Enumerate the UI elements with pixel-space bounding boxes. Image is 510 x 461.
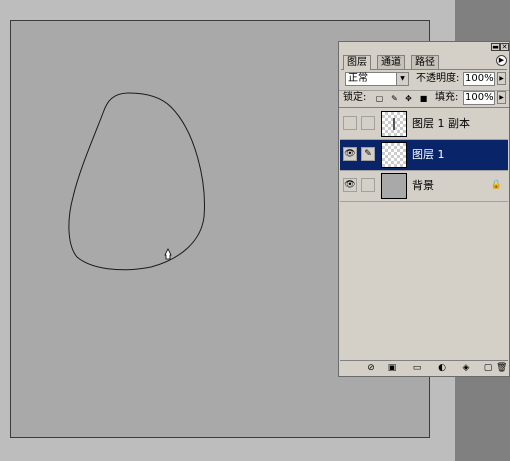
lock-fill-row: 锁定: ▢ ✎ ✥ ■ 填充: 100% ▶: [339, 90, 509, 108]
panel-bottom-toolbar: ⊘ ▣ ▭ ◐ ◈ ▢ 🗑: [340, 360, 508, 375]
tab-layers[interactable]: 图层: [343, 55, 371, 70]
fill-field[interactable]: 100%: [463, 91, 495, 105]
blend-mode-select[interactable]: 正常 ▼: [345, 72, 409, 86]
lock-label: 锁定:: [343, 92, 367, 103]
layer-name: 图层 1 副本: [412, 117, 470, 130]
layer-thumbnail: [381, 142, 407, 168]
eye-icon[interactable]: 👁: [343, 147, 357, 161]
freehand-path: [68, 92, 205, 271]
panel-menu-icon[interactable]: ▶: [496, 55, 507, 66]
brush-icon[interactable]: ✎: [361, 147, 375, 161]
trash-icon[interactable]: 🗑: [496, 363, 507, 373]
layer-row[interactable]: 图层 1 副本: [340, 109, 508, 140]
lock-transparency-icon[interactable]: ▢: [375, 94, 384, 103]
layer-name: 背景: [412, 179, 434, 192]
new-layer-icon[interactable]: ▢: [483, 363, 493, 373]
link-toggle[interactable]: [361, 178, 375, 192]
lock-pixels-brush-icon[interactable]: ✎: [390, 94, 399, 103]
layers-list: 图层 1 副本 👁 ✎ 图层 1 👁 背景 🔒: [340, 109, 508, 363]
layer-row[interactable]: 👁 背景 🔒: [340, 171, 508, 202]
opacity-label: 不透明度:: [416, 73, 460, 84]
link-layers-icon[interactable]: ⊘: [366, 363, 376, 373]
layer-row-selected[interactable]: 👁 ✎ 图层 1: [340, 140, 508, 171]
blend-opacity-row: 正常 ▼ 不透明度: 100% ▶: [339, 71, 509, 89]
fill-label: 填充:: [435, 92, 459, 103]
lock-icon: 🔒: [490, 180, 502, 190]
layer-thumbnail: [381, 111, 407, 137]
layers-panel: ▬ ✕ 图层 通道 路径 ▶ 正常 ▼ 不透明度: 100% ▶ 锁定: ▢ ✎…: [338, 41, 510, 377]
panel-titlebar[interactable]: ▬ ✕: [339, 42, 509, 53]
blend-mode-value: 正常: [348, 73, 368, 84]
new-group-icon[interactable]: ◐: [437, 363, 447, 373]
lock-position-move-icon[interactable]: ✥: [404, 94, 413, 103]
eye-icon[interactable]: 👁: [343, 178, 357, 192]
layer-mask-icon[interactable]: ▭: [412, 363, 422, 373]
close-icon[interactable]: ✕: [500, 43, 509, 51]
minimize-icon[interactable]: ▬: [491, 43, 500, 51]
adjustment-layer-icon[interactable]: ◈: [461, 363, 471, 373]
tab-channels[interactable]: 通道: [377, 55, 405, 69]
layer-thumbnail: [381, 173, 407, 199]
panel-tabs: 图层 通道 路径: [341, 54, 507, 70]
link-toggle[interactable]: [361, 116, 375, 130]
chevron-down-icon: ▼: [396, 73, 408, 85]
cursor-icon: [164, 248, 172, 260]
visibility-toggle[interactable]: [343, 116, 357, 130]
layer-style-icon[interactable]: ▣: [387, 363, 397, 373]
opacity-slider-arrow-icon[interactable]: ▶: [497, 72, 506, 85]
tab-paths[interactable]: 路径: [411, 55, 439, 69]
layer-name: 图层 1: [412, 148, 445, 161]
fill-slider-arrow-icon[interactable]: ▶: [497, 91, 506, 104]
opacity-field[interactable]: 100%: [463, 72, 495, 86]
lock-all-icon[interactable]: ■: [419, 94, 428, 103]
